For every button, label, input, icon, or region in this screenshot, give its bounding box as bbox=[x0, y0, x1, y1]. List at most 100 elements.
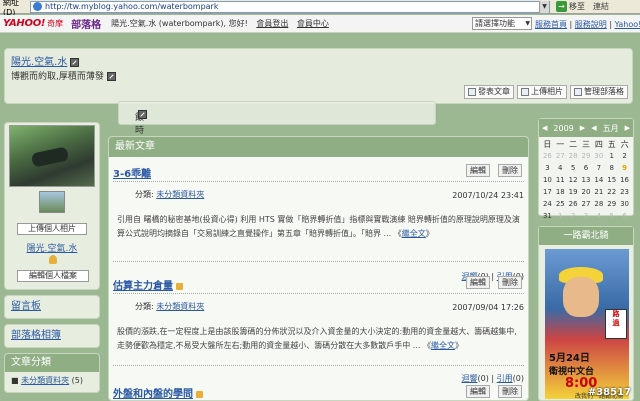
edit-description-icon[interactable] bbox=[106, 72, 116, 81]
prev-month-icon[interactable]: ◀ bbox=[591, 124, 596, 132]
calendar-day[interactable]: 25 bbox=[554, 199, 567, 210]
post-category-link[interactable]: 未分類資料夾 bbox=[156, 302, 204, 311]
prev-year-icon[interactable]: ◀ bbox=[542, 124, 547, 132]
upload-photo-button[interactable]: 上傳相片 bbox=[517, 85, 567, 99]
calendar-day[interactable]: 26 bbox=[541, 151, 554, 162]
post-title[interactable]: 外盤和內盤的學問 bbox=[113, 389, 193, 400]
edit-title-icon[interactable] bbox=[70, 57, 80, 67]
calendar-day[interactable]: 30 bbox=[618, 199, 631, 210]
yahoo-logo-cn: 奇摩 bbox=[47, 19, 64, 28]
calendar-day[interactable]: 27 bbox=[554, 151, 567, 162]
calendar-day[interactable]: 13 bbox=[580, 175, 593, 186]
post-article-button[interactable]: 發表文章 bbox=[464, 85, 514, 99]
quote-link[interactable]: 迴響 bbox=[462, 374, 478, 383]
edit-profile-button[interactable]: 編輯個人檔案 bbox=[17, 270, 89, 282]
edit-post-button[interactable]: 編輯 bbox=[466, 385, 490, 398]
manage-blog-button[interactable]: 管理部落格 bbox=[570, 85, 628, 99]
upload-avatar-button[interactable]: 上傳個人相片 bbox=[17, 223, 87, 235]
calendar-day[interactable]: 19 bbox=[567, 187, 580, 198]
calendar-day[interactable]: 21 bbox=[592, 187, 605, 198]
calendar-day[interactable]: 17 bbox=[541, 187, 554, 198]
calendar-day[interactable]: 10 bbox=[541, 175, 554, 186]
edit-status-icon[interactable] bbox=[138, 110, 147, 119]
calendar-day[interactable]: 5 bbox=[605, 211, 618, 222]
function-select[interactable]: 請選擇功能 bbox=[472, 17, 532, 30]
calendar-day[interactable]: 1 bbox=[554, 211, 567, 222]
logout-link[interactable]: 會員登出 bbox=[256, 19, 288, 28]
read-more-link[interactable]: 繼全文 bbox=[402, 229, 426, 238]
calendar: ◀ 2009 ▶ ◀ 五月 ▶ 日一二三四五六 26 27 28 29 30 1 2 3 4 5 6 7… bbox=[538, 118, 634, 220]
calendar-header: ◀ 2009 ▶ ◀ 五月 ▶ bbox=[539, 119, 633, 137]
calendar-day[interactable]: 7 bbox=[592, 163, 605, 174]
edit-post-button[interactable]: 編輯 bbox=[466, 276, 490, 289]
delete-post-button[interactable]: 刪除 bbox=[498, 385, 522, 398]
calendar-day[interactable]: 3 bbox=[541, 163, 554, 174]
calendar-day[interactable]: 11 bbox=[554, 175, 567, 186]
calendar-day[interactable]: 23 bbox=[618, 187, 631, 198]
calendar-grid: 日一二三四五六 26 27 28 29 30 1 2 3 4 5 6 7 8 9 10 11 12 13 14 15 16… bbox=[539, 137, 633, 224]
go-button[interactable]: → 移至 bbox=[556, 1, 585, 12]
album-link[interactable]: 部落格相簿 bbox=[5, 325, 99, 347]
url-dropdown-icon[interactable]: ▼ bbox=[539, 0, 549, 13]
delete-post-button[interactable]: 刪除 bbox=[498, 164, 522, 177]
yahoo-top-bar: YAHOO! 奇摩 部落格 陽光.空氣.水 (waterbompark), 您好… bbox=[0, 15, 640, 33]
calendar-day[interactable]: 2 bbox=[567, 211, 580, 222]
calendar-day[interactable]: 28 bbox=[592, 199, 605, 210]
calendar-day[interactable]: 26 bbox=[567, 199, 580, 210]
delete-post-button[interactable]: 刪除 bbox=[498, 276, 522, 289]
weekday-label: 三 bbox=[581, 140, 590, 149]
avatar[interactable] bbox=[39, 191, 65, 213]
member-center-link[interactable]: 會員中心 bbox=[297, 19, 329, 28]
post-category-link[interactable]: 未分類資料夾 bbox=[156, 190, 204, 199]
calendar-day[interactable]: 6 bbox=[580, 163, 593, 174]
calendar-day[interactable]: 9 bbox=[618, 163, 631, 174]
edit-post-button[interactable]: 編輯 bbox=[466, 164, 490, 177]
calendar-day[interactable]: 14 bbox=[592, 175, 605, 186]
links-button[interactable]: 連結 bbox=[593, 1, 609, 12]
calendar-day[interactable]: 4 bbox=[554, 163, 567, 174]
post-title[interactable]: 3-6乖離 bbox=[113, 165, 151, 180]
service-home-link[interactable]: 服務首頁 bbox=[535, 20, 567, 29]
calendar-day[interactable]: 12 bbox=[567, 175, 580, 186]
blog-title[interactable]: 陽光.空氣.水 bbox=[11, 57, 67, 68]
album-box: 部落格相簿 bbox=[4, 324, 100, 348]
nickname-link[interactable]: 陽光.空氣.水 bbox=[5, 241, 99, 254]
calendar-day[interactable]: 29 bbox=[605, 199, 618, 210]
url-input[interactable]: http://tw.myblog.yahoo.com/waterbompark … bbox=[30, 0, 550, 13]
address-bar: 網址(D) http://tw.myblog.yahoo.com/waterbo… bbox=[0, 0, 640, 17]
yahoo-logo[interactable]: YAHOO! 奇摩 部落格 bbox=[0, 16, 101, 31]
next-year-icon[interactable]: ▶ bbox=[580, 124, 585, 132]
calendar-day[interactable]: 24 bbox=[541, 199, 554, 210]
calendar-day[interactable]: 27 bbox=[580, 199, 593, 210]
calendar-day[interactable]: 28 bbox=[567, 151, 580, 162]
calendar-day[interactable]: 30 bbox=[592, 151, 605, 162]
read-more-link[interactable]: 繼全文 bbox=[431, 341, 455, 350]
calendar-day[interactable]: 2 bbox=[618, 151, 631, 162]
calendar-day[interactable]: 4 bbox=[592, 211, 605, 222]
ref-link[interactable]: 引用 bbox=[497, 374, 513, 383]
post-title[interactable]: 估算主力倉量 bbox=[113, 281, 173, 292]
ad-banner[interactable]: 路過 5月24日 衛視中文台 8:00 改我們一路霸北騎 bbox=[545, 249, 629, 399]
calendar-day[interactable]: 8 bbox=[605, 163, 618, 174]
calendar-day[interactable]: 1 bbox=[605, 151, 618, 162]
calendar-day[interactable]: 5 bbox=[567, 163, 580, 174]
pencil-icon bbox=[468, 88, 476, 96]
lock-icon bbox=[196, 390, 203, 398]
next-month-icon[interactable]: ▶ bbox=[625, 124, 630, 132]
calendar-day[interactable]: 31 bbox=[541, 211, 554, 222]
yahoo-home-link[interactable]: Yahoo!奇摩 bbox=[615, 20, 640, 29]
calendar-day[interactable]: 29 bbox=[580, 151, 593, 162]
go-label: 移至 bbox=[569, 2, 585, 11]
calendar-day[interactable]: 6 bbox=[618, 211, 631, 222]
calendar-day[interactable]: 3 bbox=[580, 211, 593, 222]
category-item-link[interactable]: 未分類資料夾 bbox=[21, 376, 69, 385]
calendar-day[interactable]: 15 bbox=[605, 175, 618, 186]
calendar-day[interactable]: 16 bbox=[618, 175, 631, 186]
calendar-day[interactable]: 18 bbox=[554, 187, 567, 198]
service-help-link[interactable]: 服務說明 bbox=[575, 20, 607, 29]
status-panel: 飯時飯, 睏時睏 bbox=[118, 101, 436, 188]
guestbook-box: 留言板 bbox=[4, 295, 100, 319]
guestbook-link[interactable]: 留言板 bbox=[5, 296, 99, 318]
calendar-day[interactable]: 22 bbox=[605, 187, 618, 198]
calendar-day[interactable]: 20 bbox=[580, 187, 593, 198]
